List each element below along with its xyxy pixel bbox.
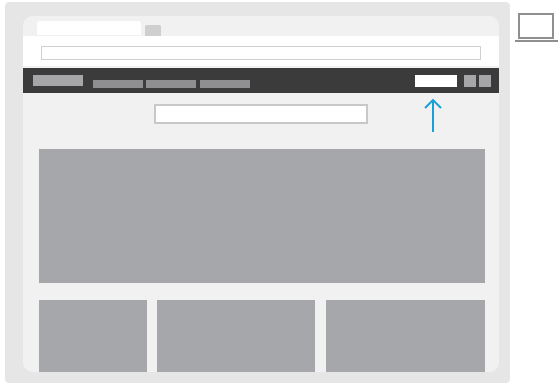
highlighted-nav-button[interactable] (415, 75, 457, 87)
browser-tab-active[interactable] (37, 21, 141, 35)
content-card-2 (157, 300, 315, 372)
arrow-up-icon (424, 98, 442, 132)
nav-item-3[interactable] (200, 80, 250, 88)
nav-item-1[interactable] (93, 80, 143, 88)
nav-icon-button-1[interactable] (464, 75, 476, 87)
search-input[interactable] (154, 104, 368, 124)
browser-toolbar (23, 36, 499, 66)
hero-placeholder (39, 149, 485, 283)
laptop-icon (515, 13, 558, 42)
address-bar[interactable] (41, 46, 481, 60)
site-logo[interactable] (33, 75, 83, 86)
browser-window (23, 16, 499, 372)
content-card-3 (326, 300, 485, 372)
nav-item-2[interactable] (146, 80, 196, 88)
site-navbar (23, 68, 499, 93)
browser-tab-inactive[interactable] (145, 25, 161, 36)
screen-frame (5, 2, 510, 383)
nav-icon-button-2[interactable] (479, 75, 491, 87)
content-card-1 (39, 300, 147, 372)
